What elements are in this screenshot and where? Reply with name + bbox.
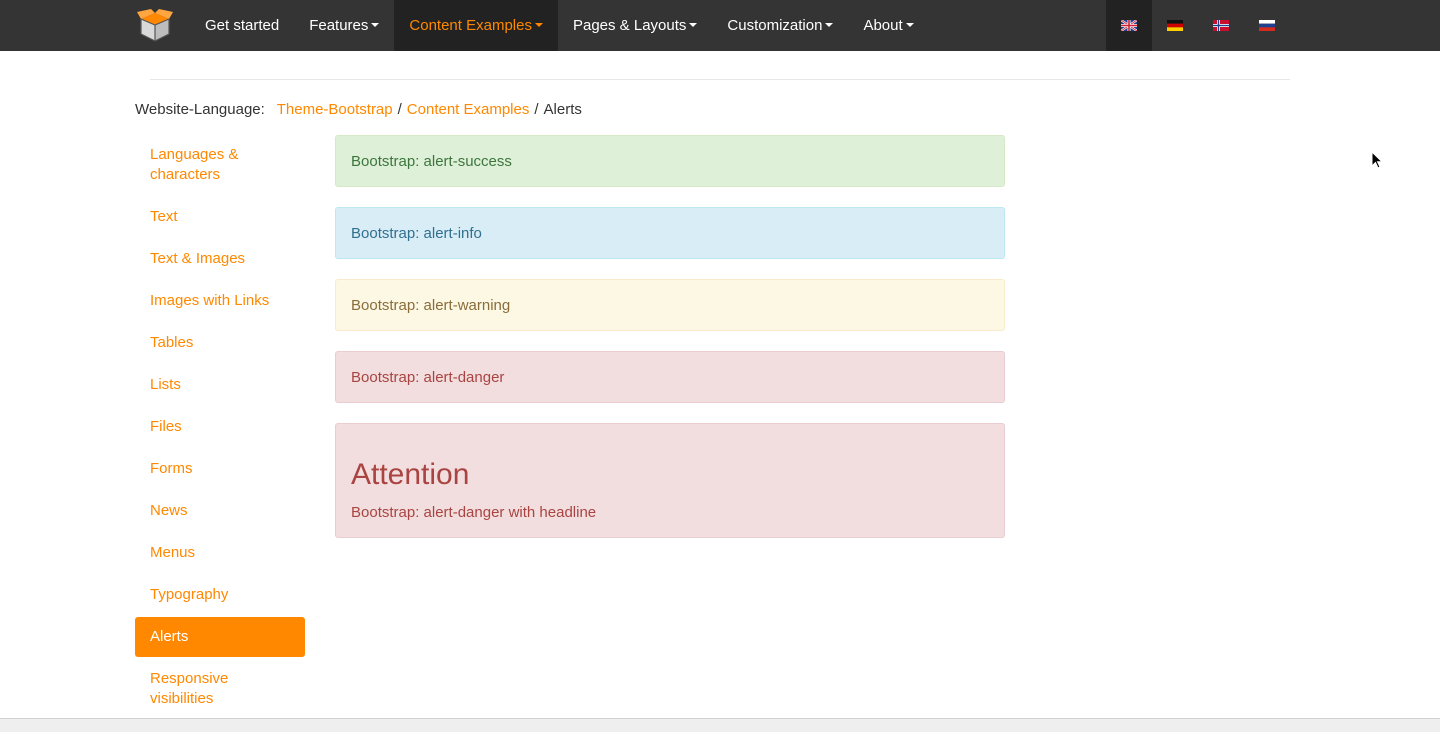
sidebar-item-languages[interactable]: Languages & characters (135, 135, 305, 195)
lang-russian[interactable] (1244, 0, 1290, 51)
nav-pages-layouts[interactable]: Pages & Layouts (558, 0, 712, 51)
nav-label: Content Examples (409, 17, 532, 34)
footer-edge (0, 718, 1440, 732)
language-switcher (1106, 0, 1290, 51)
sidebar-item-text[interactable]: Text (135, 197, 305, 237)
german-flag-icon (1167, 20, 1183, 31)
caret-down-icon (825, 22, 834, 27)
mouse-pointer-icon (1371, 151, 1383, 169)
nav-label: About (863, 17, 903, 34)
nav-customization[interactable]: Customization (712, 0, 848, 51)
alert-text: Bootstrap: alert-info (351, 224, 482, 242)
breadcrumb-current: Alerts (543, 101, 582, 118)
sidebar-menu: Languages & characters Text Text & Image… (135, 135, 305, 721)
lang-german[interactable] (1152, 0, 1198, 51)
top-navbar: Get started Features Content Examples Pa… (0, 0, 1440, 51)
breadcrumb-label: Website-Language: (135, 101, 265, 118)
caret-down-icon (905, 22, 914, 27)
nav-features[interactable]: Features (294, 0, 394, 51)
breadcrumb-separator: / (534, 101, 539, 118)
alert-success: Bootstrap: alert-success (335, 135, 1005, 187)
main-menu: Get started Features Content Examples Pa… (190, 0, 929, 51)
alerts-content: Bootstrap: alert-success Bootstrap: aler… (335, 135, 1005, 558)
lang-english[interactable] (1106, 0, 1152, 51)
sidebar-item-forms[interactable]: Forms (135, 449, 305, 489)
breadcrumb-theme-bootstrap[interactable]: Theme-Bootstrap (277, 101, 393, 118)
alert-text: Bootstrap: alert-danger (351, 368, 505, 386)
breadcrumb-content-examples[interactable]: Content Examples (407, 101, 530, 118)
sidebar-item-text-images[interactable]: Text & Images (135, 239, 305, 279)
alert-info: Bootstrap: alert-info (335, 207, 1005, 259)
alert-danger-headline: Attention Bootstrap: alert-danger with h… (335, 423, 1005, 538)
alert-heading: Attention (351, 458, 470, 491)
nav-content-examples[interactable]: Content Examples (394, 0, 558, 51)
alert-text: Bootstrap: alert-danger with headline (351, 504, 597, 521)
norwegian-flag-icon (1213, 20, 1229, 31)
sidebar-item-tables[interactable]: Tables (135, 323, 305, 363)
lang-norwegian[interactable] (1198, 0, 1244, 51)
alert-warning: Bootstrap: alert-warning (335, 279, 1005, 331)
breadcrumb: Website-Language: Theme-Bootstrap / Conten… (135, 101, 582, 118)
nav-about[interactable]: About (848, 0, 928, 51)
nav-label: Get started (205, 17, 280, 34)
nav-label: Features (309, 17, 369, 34)
sidebar-item-files[interactable]: Files (135, 407, 305, 447)
alert-text: Bootstrap: alert-warning (351, 296, 511, 314)
russian-flag-icon (1259, 20, 1275, 31)
nav-label: Pages & Layouts (572, 17, 687, 34)
sidebar-item-images-links[interactable]: Images with Links (135, 281, 305, 321)
sidebar-item-responsive[interactable]: Responsive visibilities (135, 659, 305, 719)
box-logo-icon[interactable] (136, 7, 174, 45)
alert-danger: Bootstrap: alert-danger (335, 351, 1005, 403)
alert-text: Bootstrap: alert-success (351, 152, 512, 170)
sidebar-item-menus[interactable]: Menus (135, 533, 305, 573)
sidebar-item-typography[interactable]: Typography (135, 575, 305, 615)
nav-get-started[interactable]: Get started (190, 0, 294, 51)
sidebar-item-lists[interactable]: Lists (135, 365, 305, 405)
caret-down-icon (689, 22, 698, 27)
sidebar-item-news[interactable]: News (135, 491, 305, 531)
caret-down-icon (371, 22, 380, 27)
uk-flag-icon (1121, 20, 1137, 31)
divider (150, 79, 1290, 80)
caret-down-icon (534, 22, 543, 27)
nav-label: Customization (727, 17, 823, 34)
breadcrumb-separator: / (397, 101, 402, 118)
sidebar-item-alerts[interactable]: Alerts (135, 617, 305, 657)
